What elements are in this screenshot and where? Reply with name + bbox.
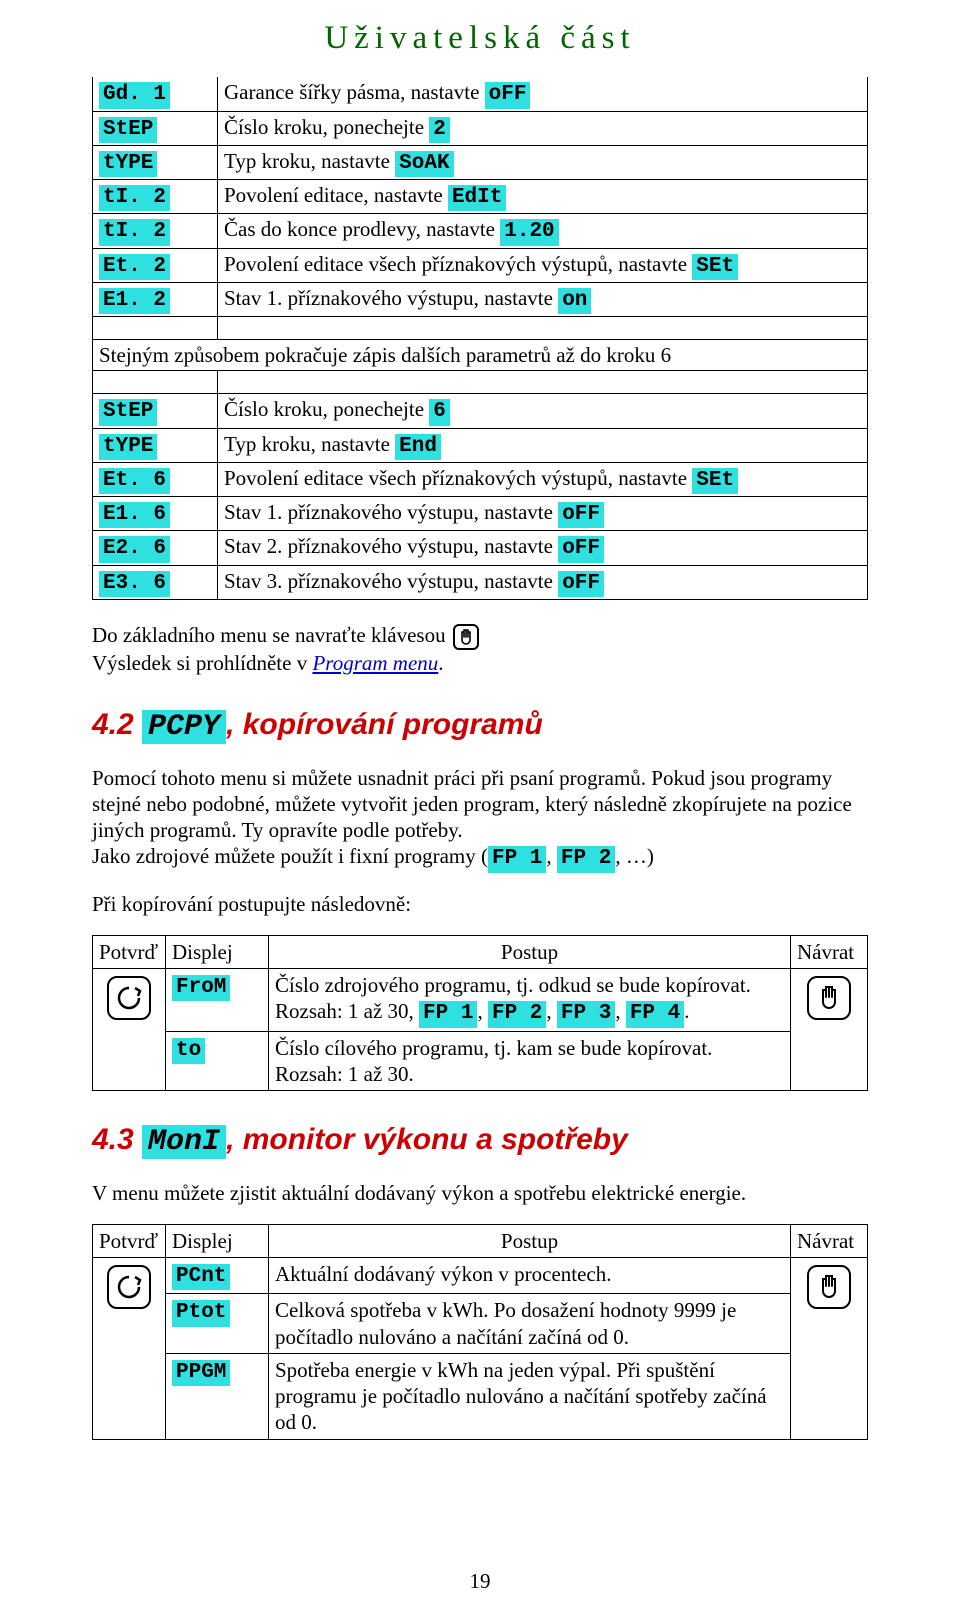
param-code: Et. 6: [99, 468, 170, 494]
table-row: StEP Číslo kroku, ponechejte 2: [93, 111, 868, 145]
program-menu-link[interactable]: Program menu: [312, 651, 438, 675]
param-value: SoAK: [395, 151, 453, 177]
param-text: Stav 3. příznakového výstupu, nastavte: [224, 569, 558, 593]
table-note: Stejným způsobem pokračuje zápis dalších…: [99, 343, 671, 367]
param-code: tI. 2: [99, 219, 170, 245]
param-text: Číslo kroku, ponechejte: [224, 397, 429, 421]
param-text: Garance šířky pásma, nastavte: [224, 80, 485, 104]
table-row: E3. 6 Stav 3. příznakového výstupu, nast…: [93, 565, 868, 599]
col-header: Postup: [269, 935, 791, 968]
procedure-text: Rozsah: 1 až 30.: [275, 1062, 414, 1086]
section-heading-4-2: 4.2 PCPY, kopírování programů: [92, 706, 868, 747]
col-header: Návrat: [791, 1224, 868, 1257]
config-table: Gd. 1 Garance šířky pásma, nastavte oFF …: [92, 77, 868, 600]
param-value: on: [558, 288, 591, 314]
table-row: tYPE Typ kroku, nastavte End: [93, 428, 868, 462]
param-value: oFF: [485, 82, 531, 108]
param-value: oFF: [558, 536, 604, 562]
display-value: PPGM: [172, 1360, 230, 1386]
procedure-text: Rozsah: 1 až 30,: [275, 999, 419, 1023]
page-number: 19: [0, 1568, 960, 1594]
table-row: E1. 6 Stav 1. příznakového výstupu, nast…: [93, 497, 868, 531]
display-value: Ptot: [172, 1300, 230, 1326]
param-text: Povolení editace všech příznakových výst…: [224, 252, 692, 276]
confirm-cycle-icon: [107, 976, 151, 1020]
param-text: Stav 2. příznakového výstupu, nastavte: [224, 534, 558, 558]
table-row: Et. 6 Povolení editace všech příznakovýc…: [93, 462, 868, 496]
paragraph: Pomocí tohoto menu si můžete usnadnit pr…: [92, 765, 868, 873]
table-row: tYPE Typ kroku, nastavte SoAK: [93, 145, 868, 179]
param-text: Číslo kroku, ponechejte: [224, 115, 429, 139]
paragraph: V menu můžete zjistit aktuální dodávaný …: [92, 1180, 868, 1206]
procedure-text: Číslo zdrojového programu, tj. odkud se …: [275, 973, 751, 997]
param-text: Povolení editace všech příznakových výst…: [224, 466, 692, 490]
param-value: 1.20: [500, 219, 558, 245]
table-row: Ptot Celková spotřeba v kWh. Po dosažení…: [93, 1294, 868, 1354]
after-table-text: Do základního menu se navraťte klávesou …: [92, 622, 868, 676]
table-row: PCnt Aktuální dodávaný výkon v procentec…: [93, 1258, 868, 1294]
display-value: PCnt: [172, 1264, 230, 1290]
col-header: Displej: [166, 1224, 269, 1257]
section-heading-4-3: 4.3 MonI, monitor výkonu a spotřeby: [92, 1121, 868, 1162]
table-row: E1. 2 Stav 1. příznakového výstupu, nast…: [93, 282, 868, 316]
param-value: 2: [429, 117, 450, 143]
param-value: End: [395, 434, 441, 460]
param-value: SEt: [692, 254, 738, 280]
procedure-text: Spotřeba energie v kWh na jeden výpal. P…: [275, 1358, 767, 1435]
param-code: StEP: [99, 399, 157, 425]
param-value: EdIt: [448, 185, 506, 211]
procedure-text: Číslo cílového programu, tj. kam se bude…: [275, 1036, 712, 1060]
param-code: E1. 6: [99, 502, 170, 528]
table-row: to Číslo cílového programu, tj. kam se b…: [93, 1031, 868, 1091]
param-value: 6: [429, 399, 450, 425]
table-row: Et. 2 Povolení editace všech příznakovýc…: [93, 248, 868, 282]
procedure-text: Aktuální dodávaný výkon v procentech.: [275, 1262, 612, 1286]
confirm-cycle-icon: [107, 1265, 151, 1309]
hand-stop-icon: [807, 976, 851, 1020]
param-text: Typ kroku, nastavte: [224, 149, 395, 173]
display-value: FroM: [172, 975, 230, 1001]
display-value: to: [172, 1038, 205, 1064]
param-code: tI. 2: [99, 185, 170, 211]
table-row: tI. 2 Povolení editace, nastavte EdIt: [93, 180, 868, 214]
col-header: Návrat: [791, 935, 868, 968]
page-title: Uživatelská část: [92, 18, 868, 59]
param-code: E2. 6: [99, 536, 170, 562]
procedure-text: Celková spotřeba v kWh. Po dosažení hodn…: [275, 1298, 736, 1348]
hand-stop-icon: [453, 624, 479, 650]
param-text: Typ kroku, nastavte: [224, 432, 395, 456]
col-header: Potvrď: [93, 935, 166, 968]
table-row: PPGM Spotřeba energie v kWh na jeden výp…: [93, 1353, 868, 1439]
col-header: Displej: [166, 935, 269, 968]
param-value: oFF: [558, 571, 604, 597]
param-value: oFF: [558, 502, 604, 528]
param-code: tYPE: [99, 434, 157, 460]
param-code: E3. 6: [99, 571, 170, 597]
param-code: Gd. 1: [99, 82, 170, 108]
table-row: StEP Číslo kroku, ponechejte 6: [93, 394, 868, 428]
table-row: Stejným způsobem pokračuje zápis dalších…: [93, 340, 868, 371]
param-text: Stav 1. příznakového výstupu, nastavte: [224, 286, 558, 310]
param-code: E1. 2: [99, 288, 170, 314]
table-row: Gd. 1 Garance šířky pásma, nastavte oFF: [93, 77, 868, 111]
param-value: SEt: [692, 468, 738, 494]
table-row: tI. 2 Čas do konce prodlevy, nastavte 1.…: [93, 214, 868, 248]
paragraph: Při kopírování postupujte následovně:: [92, 891, 868, 917]
param-text: Stav 1. příznakového výstupu, nastavte: [224, 500, 558, 524]
col-header: Potvrď: [93, 1224, 166, 1257]
table-row: FroM Číslo zdrojového programu, tj. odku…: [93, 969, 868, 1032]
procedure-table-copy: Potvrď Displej Postup Návrat FroM Číslo …: [92, 935, 868, 1091]
hand-stop-icon: [807, 1265, 851, 1309]
param-code: StEP: [99, 117, 157, 143]
table-row: E2. 6 Stav 2. příznakového výstupu, nast…: [93, 531, 868, 565]
param-text: Povolení editace, nastavte: [224, 183, 448, 207]
procedure-table-monitor: Potvrď Displej Postup Návrat PCnt Aktuál…: [92, 1224, 868, 1440]
param-code: tYPE: [99, 151, 157, 177]
param-text: Čas do konce prodlevy, nastavte: [224, 217, 500, 241]
param-code: Et. 2: [99, 254, 170, 280]
col-header: Postup: [269, 1224, 791, 1257]
